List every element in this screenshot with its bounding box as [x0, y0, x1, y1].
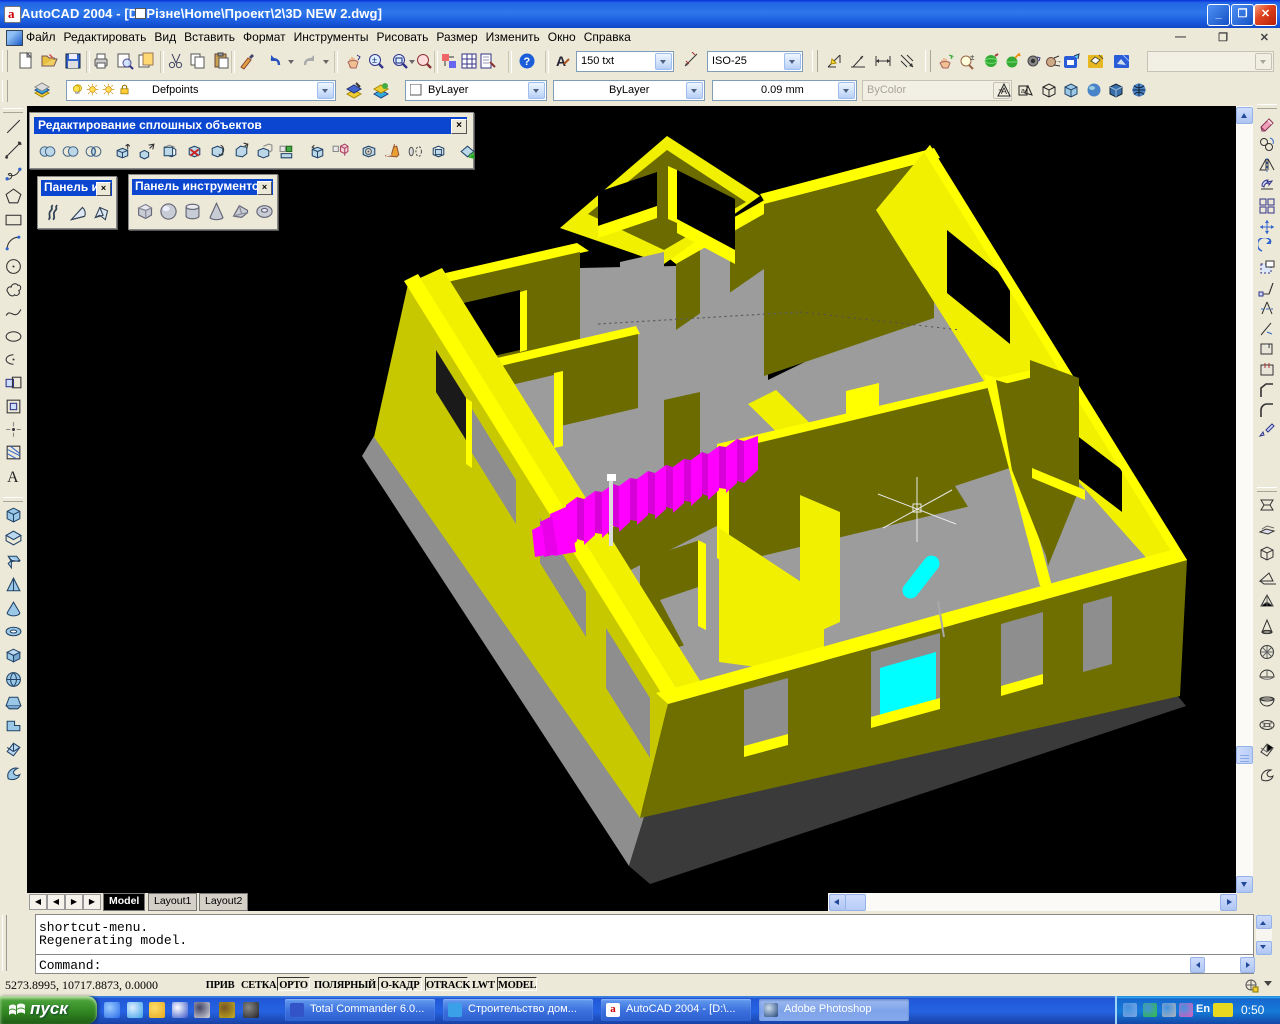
- svg-text:±: ±: [372, 55, 377, 65]
- svg-text:A: A: [1001, 86, 1007, 96]
- svg-text:a: a: [1021, 88, 1025, 95]
- svg-text:+: +: [950, 54, 954, 61]
- svg-text:±: ±: [970, 53, 975, 62]
- svg-text:A: A: [556, 53, 566, 69]
- svg-text:A: A: [7, 469, 19, 485]
- svg-text:?: ?: [524, 56, 531, 68]
- svg-text:→: →: [1055, 58, 1062, 65]
